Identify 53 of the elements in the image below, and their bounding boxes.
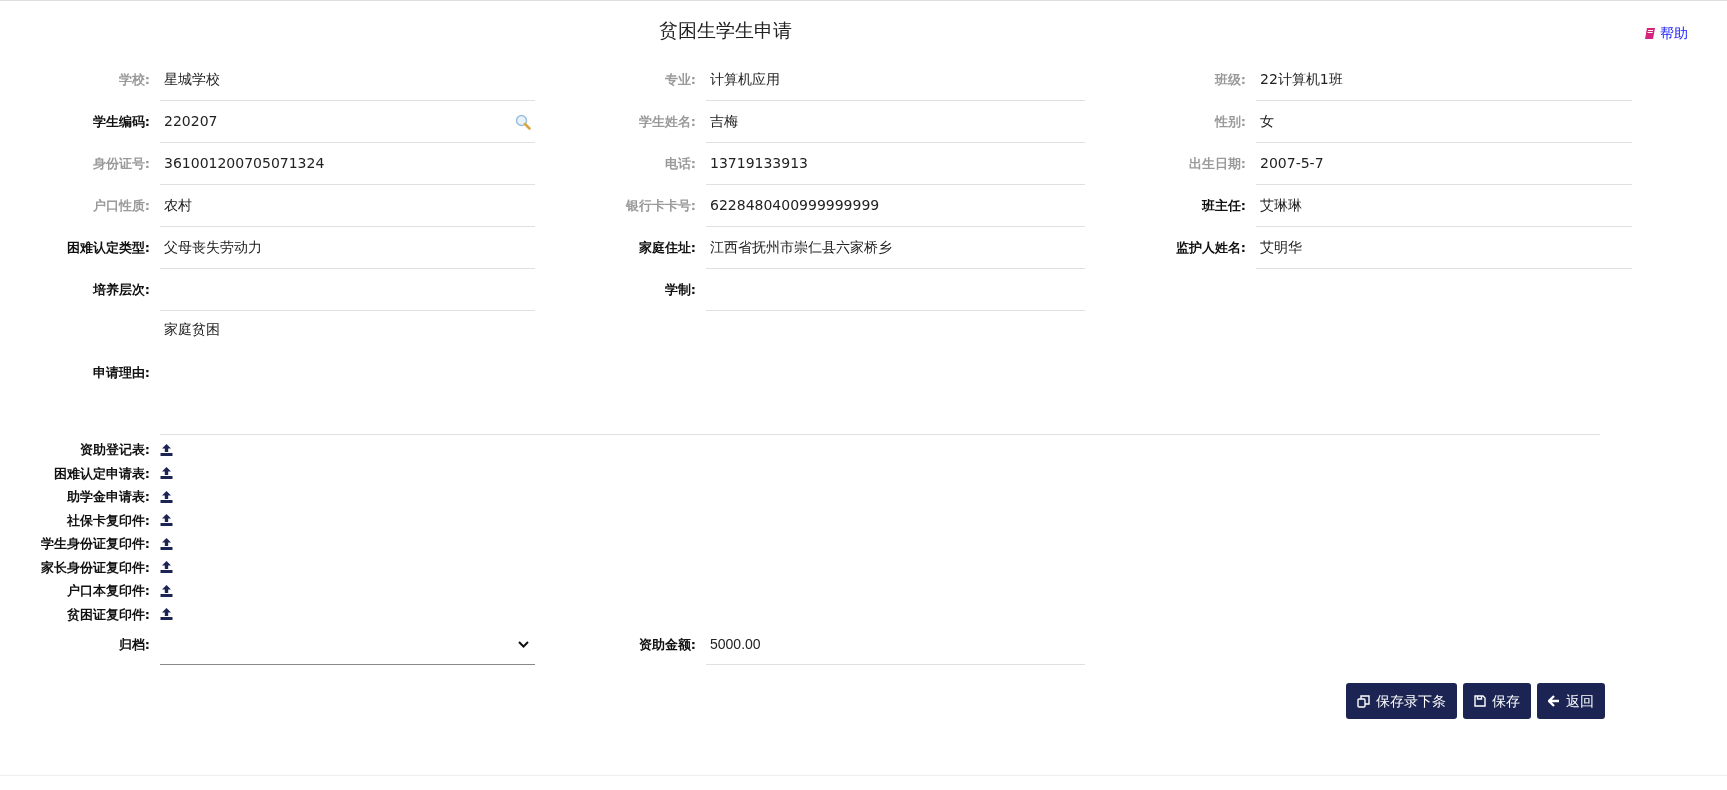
field-label: 归档: bbox=[118, 636, 150, 655]
upload-icon[interactable] bbox=[160, 608, 173, 621]
field-label: 身份证号: bbox=[92, 155, 150, 174]
field-label: 出生日期: bbox=[1188, 155, 1246, 174]
text-field[interactable]: 江西省抚州市崇仁县六家桥乡 bbox=[706, 227, 1085, 269]
attachment-label: 助学金申请表: bbox=[66, 488, 150, 506]
field-label: 户口性质: bbox=[92, 197, 150, 216]
text-field[interactable]: 艾明华 bbox=[1256, 227, 1632, 269]
upload-icon[interactable] bbox=[160, 561, 173, 574]
floppy-icon bbox=[1474, 695, 1486, 707]
field-label: 电话: bbox=[664, 155, 696, 174]
field-label: 学校: bbox=[118, 71, 150, 90]
save-button[interactable]: 保存录下条 bbox=[1346, 683, 1457, 719]
text-field[interactable]: 父母丧失劳动力 bbox=[160, 227, 535, 269]
field-label: 学生编码: bbox=[92, 113, 150, 132]
chevron-down-icon bbox=[518, 641, 529, 648]
text-field[interactable]: 艾琳琳 bbox=[1256, 185, 1632, 227]
upload-icon[interactable] bbox=[160, 537, 173, 550]
field-label: 银行卡卡号: bbox=[625, 197, 696, 216]
field-label: 培养层次: bbox=[92, 281, 150, 300]
reason-textarea[interactable]: 家庭贫困 bbox=[160, 311, 1600, 435]
upload-icon[interactable] bbox=[160, 490, 173, 503]
attachment-label: 贫困证复印件: bbox=[66, 605, 150, 624]
text-field[interactable]: 220207 bbox=[160, 101, 535, 143]
upload-icon[interactable] bbox=[160, 514, 173, 527]
upload-icon[interactable] bbox=[160, 467, 173, 480]
upload-icon[interactable] bbox=[160, 443, 173, 456]
attachment-label: 资助登记表: bbox=[79, 441, 150, 459]
attachment-label: 家长身份证复印件: bbox=[40, 558, 150, 577]
copy-icon bbox=[1357, 694, 1370, 708]
field-label: 资助金额: bbox=[638, 636, 696, 655]
field-label: 监护人姓名: bbox=[1175, 239, 1246, 258]
field-label: 家庭住址: bbox=[638, 239, 696, 258]
field-label: 困难认定类型: bbox=[66, 239, 150, 258]
page-title: 贫困生学生申请 bbox=[659, 17, 792, 43]
field-label: 班主任: bbox=[1201, 197, 1246, 216]
field-label: 性别: bbox=[1214, 113, 1246, 132]
book-icon bbox=[1644, 27, 1656, 40]
field-label: 申请理由: bbox=[92, 364, 150, 383]
field-label: 学生姓名: bbox=[638, 113, 696, 132]
amount-field[interactable]: 5000.00 bbox=[706, 625, 1085, 665]
arrow-left-icon bbox=[1548, 695, 1560, 707]
attachment-label: 户口本复印件: bbox=[66, 582, 150, 600]
save-button[interactable]: 保存 bbox=[1463, 683, 1531, 719]
upload-icon[interactable] bbox=[160, 584, 173, 597]
field-label: 班级: bbox=[1214, 71, 1246, 90]
attachment-label: 学生身份证复印件: bbox=[40, 535, 150, 553]
back-button[interactable]: 返回 bbox=[1537, 683, 1605, 719]
field-label: 学制: bbox=[664, 281, 696, 300]
attachment-label: 社保卡复印件: bbox=[66, 511, 150, 530]
help-link[interactable]: 帮助 bbox=[1644, 23, 1688, 44]
attachment-label: 困难认定申请表: bbox=[53, 464, 150, 483]
field-label: 专业: bbox=[664, 71, 696, 90]
